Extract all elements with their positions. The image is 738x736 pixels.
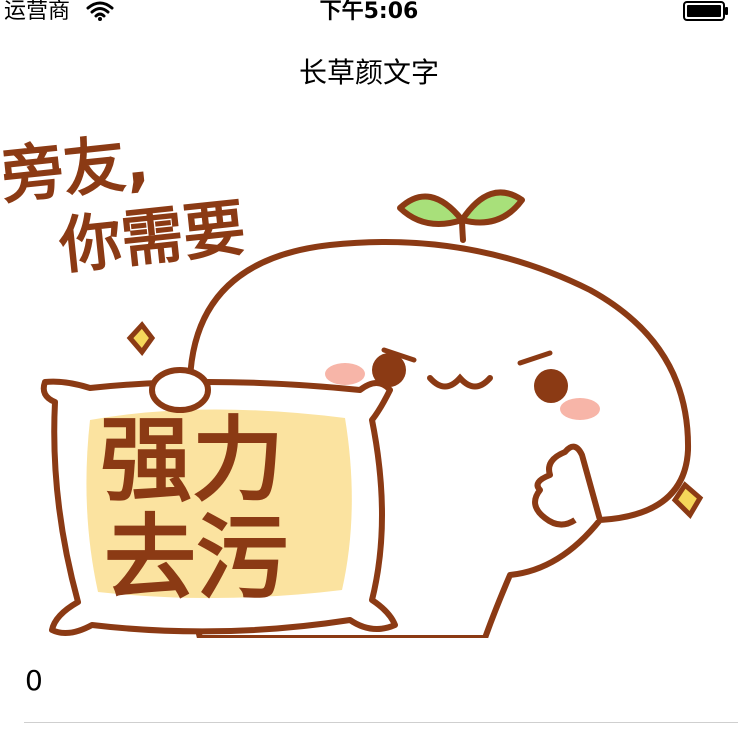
sprout-icon xyxy=(397,189,525,243)
sparkle-icon xyxy=(126,321,156,357)
sparkle-icon xyxy=(671,481,704,520)
status-time: 下午5:06 xyxy=(319,0,419,24)
pillow-line2: 去污 xyxy=(104,505,288,612)
meme-image[interactable]: 旁友, 你需要 强力 去污 xyxy=(0,120,738,638)
pillow: 强力 去污 xyxy=(40,367,398,637)
divider xyxy=(24,722,738,723)
count-label: 0 xyxy=(25,664,43,697)
status-bar: 运营商 下午5:06 xyxy=(0,0,738,28)
battery-icon xyxy=(683,1,728,21)
caption-line2: 你需要 xyxy=(55,191,249,283)
pillow-line1: 强力 xyxy=(100,407,284,514)
page-title: 长草颜文字 xyxy=(298,56,439,89)
caption-line1: 旁友, xyxy=(0,125,152,213)
